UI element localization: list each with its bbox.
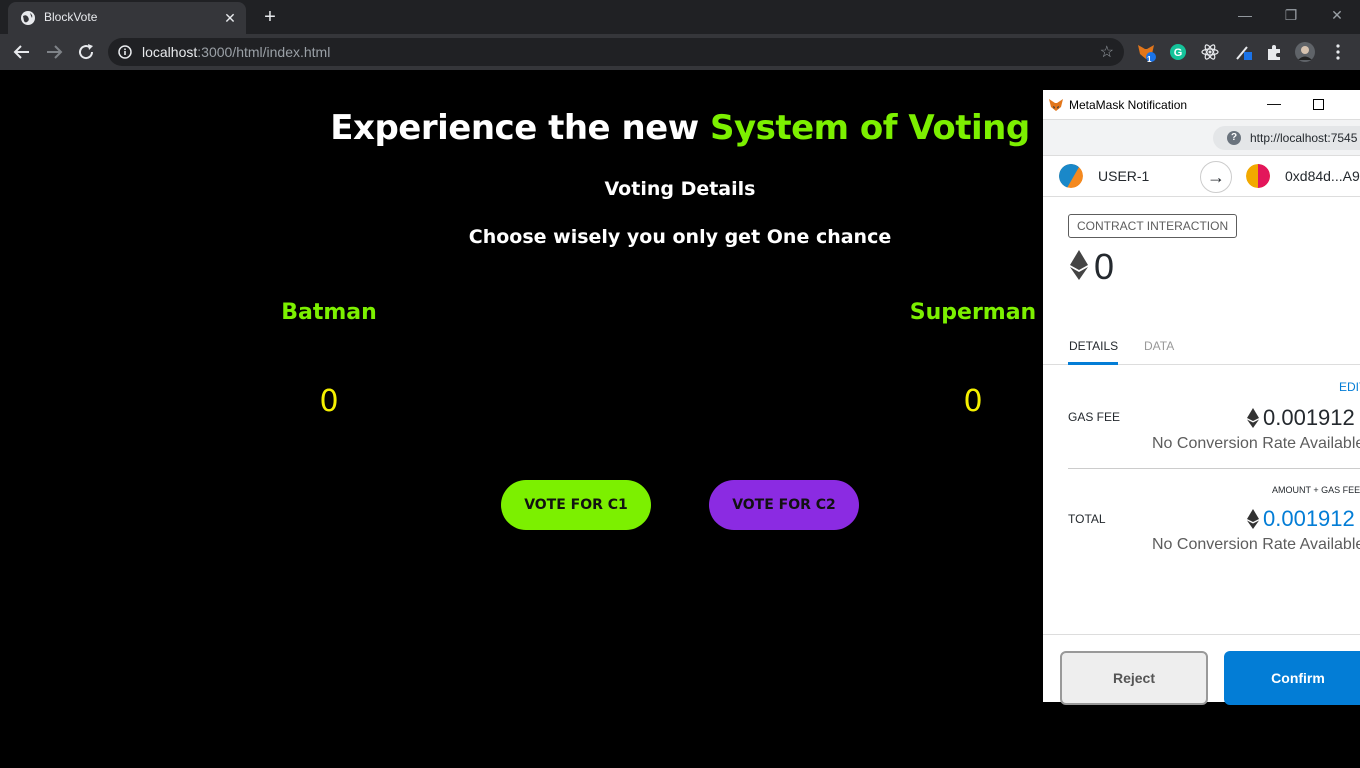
total-label: TOTAL	[1068, 512, 1106, 526]
url-path: :3000/html/index.html	[197, 44, 331, 60]
grammarly-icon[interactable]: G	[1168, 42, 1188, 62]
question-icon: ?	[1227, 131, 1241, 145]
metamask-extension-icon[interactable]	[1136, 42, 1156, 62]
to-address: 0xd84d...A9	[1285, 168, 1360, 184]
origin-url: http://localhost:7545	[1250, 131, 1358, 145]
browser-toolbar: localhost:3000/html/index.html ☆ 1 G	[0, 34, 1360, 70]
gas-fee-conversion: No Conversion Rate Available	[1152, 435, 1360, 452]
total-eth-icon	[1247, 509, 1259, 529]
headline-main: Experience the new	[330, 108, 710, 148]
total-conversion: No Conversion Rate Available	[1152, 536, 1360, 553]
gas-fee-value: 0.001912	[1263, 405, 1355, 430]
total-value: 0.001912	[1263, 506, 1355, 531]
url-host: localhost	[142, 44, 198, 60]
amount-plus-gas-label: AMOUNT + GAS FEE	[1272, 485, 1360, 495]
address-bar[interactable]: localhost:3000/html/index.html ☆	[108, 38, 1124, 66]
bookmark-star-icon[interactable]: ☆	[1100, 42, 1114, 62]
from-account-avatar	[1059, 164, 1083, 188]
window-restore-button[interactable]: ❐	[1268, 4, 1314, 26]
metamask-tabs: DETAILS DATA	[1043, 330, 1360, 365]
metamask-titlebar: MetaMask Notification —	[1043, 90, 1360, 120]
reject-button[interactable]: Reject	[1060, 651, 1208, 705]
svg-text:G: G	[1174, 47, 1183, 59]
site-info-icon[interactable]	[118, 45, 132, 59]
react-devtools-icon[interactable]	[1200, 42, 1220, 62]
extensions-puzzle-icon[interactable]	[1264, 42, 1284, 62]
metamask-fox-icon	[1049, 99, 1063, 111]
contract-interaction-tag: CONTRACT INTERACTION	[1068, 214, 1238, 238]
back-arrow-icon[interactable]	[10, 40, 34, 64]
forward-arrow-icon[interactable]	[42, 40, 66, 64]
origin-pill: ? http://localhost:7545	[1213, 126, 1360, 150]
candidate-1-name: Batman	[281, 300, 377, 325]
tab-data[interactable]: DATA	[1144, 339, 1174, 353]
tab-close-icon[interactable]: ✕	[222, 10, 238, 26]
vote-c1-button[interactable]: VOTE FOR C1	[501, 480, 651, 530]
active-tab-underline	[1068, 362, 1118, 365]
ethereum-icon	[1070, 250, 1088, 280]
chrome-menu-icon[interactable]	[1330, 42, 1346, 62]
new-tab-button[interactable]: +	[258, 6, 282, 30]
window-minimize-button[interactable]: —	[1222, 4, 1268, 26]
edit-gas-link[interactable]: EDIT	[1339, 380, 1360, 394]
vote-c2-button[interactable]: VOTE FOR C2	[709, 480, 859, 530]
account-row: USER-1 → 0xd84d...A9	[1043, 156, 1360, 197]
metamask-minimize-button[interactable]: —	[1267, 95, 1281, 111]
to-account-avatar	[1246, 164, 1270, 188]
metamask-origin-bar: ? http://localhost:7545	[1043, 120, 1360, 156]
globe-icon	[21, 11, 35, 25]
arrow-right-icon: →	[1200, 161, 1232, 193]
browser-tabbar: BlockVote ✕ + — ❐ ✕	[0, 0, 1360, 34]
confirm-button[interactable]: Confirm	[1224, 651, 1360, 705]
footer-divider	[1043, 634, 1360, 635]
color-picker-icon[interactable]	[1234, 42, 1254, 62]
browser-tab[interactable]: BlockVote ✕	[8, 2, 246, 34]
tab-title: BlockVote	[44, 10, 98, 24]
metamask-maximize-button[interactable]	[1313, 99, 1324, 110]
metamask-notification-window: MetaMask Notification — ? http://localho…	[1043, 90, 1360, 705]
reload-icon[interactable]	[74, 40, 98, 64]
metamask-window-title: MetaMask Notification	[1069, 98, 1188, 112]
profile-avatar[interactable]	[1295, 42, 1315, 62]
gas-fee-label: GAS FEE	[1068, 410, 1121, 424]
divider	[1068, 468, 1360, 469]
gas-fee-eth-icon	[1247, 408, 1259, 428]
url-text: localhost:3000/html/index.html	[142, 44, 330, 60]
window-close-button[interactable]: ✕	[1314, 4, 1360, 26]
headline-accent: System of Voting	[709, 108, 1030, 148]
from-account-name: USER-1	[1098, 168, 1150, 184]
candidate-1-votes: 0	[319, 384, 339, 419]
metamask-badge: 1	[1147, 55, 1152, 64]
tab-details[interactable]: DETAILS	[1069, 339, 1118, 353]
transaction-amount: 0	[1094, 246, 1115, 287]
